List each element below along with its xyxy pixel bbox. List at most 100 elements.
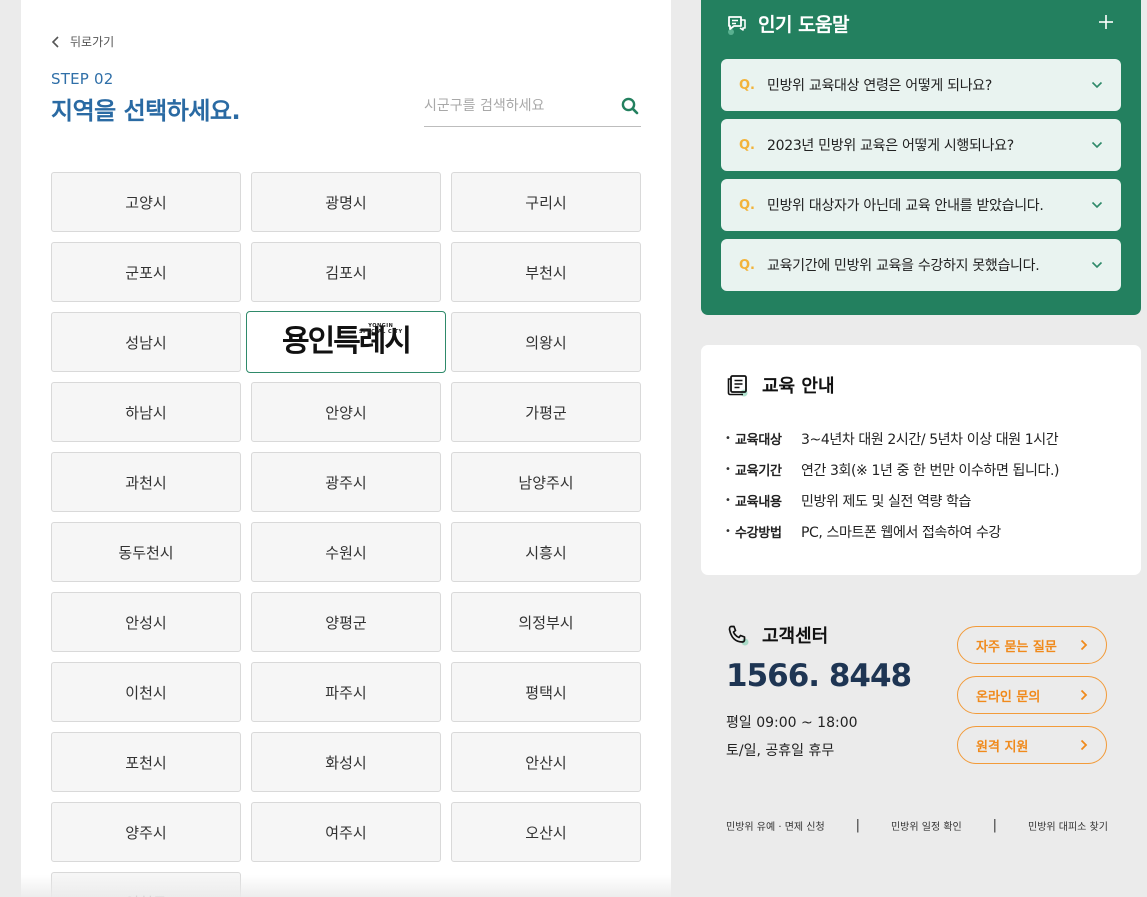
- region-button[interactable]: 평택시: [451, 662, 641, 722]
- chevron-down-icon: [1091, 81, 1103, 89]
- page-title: 지역을 선택하세요.: [51, 97, 241, 125]
- back-label: 뒤로가기: [70, 35, 115, 49]
- faq-q-marker: Q.: [739, 137, 755, 153]
- region-button[interactable]: 오산시: [451, 802, 641, 862]
- faq-button-label: 자주 묻는 질문: [976, 639, 1057, 655]
- region-button[interactable]: 군포시: [51, 242, 241, 302]
- bullet: •: [725, 495, 731, 506]
- faq-q-marker: Q.: [739, 257, 755, 273]
- education-info-card: 교육 안내 • 교육대상 3~4년차 대원 2시간/ 5년차 이상 대원 1시간…: [701, 345, 1141, 575]
- faq-item[interactable]: Q. 민방위 교육대상 연령은 어떻게 되나요?: [721, 59, 1121, 111]
- quick-links: 민방위 유예 · 면제 신청 | 민방위 일정 확인 | 민방위 대피소 찾기: [726, 818, 1108, 833]
- education-info-value: PC, 스마트폰 웹에서 접속하여 수강: [801, 524, 1001, 541]
- region-button[interactable]: 가평군: [451, 382, 641, 442]
- customer-center: 고객센터 1566. 8448 평일 09:00 ~ 18:00 토/일, 공휴…: [701, 600, 1141, 897]
- link-separator: |: [992, 818, 998, 833]
- region-button[interactable]: 성남시: [51, 312, 241, 372]
- region-button[interactable]: 수원시: [251, 522, 441, 582]
- region-button[interactable]: 안산시: [451, 732, 641, 792]
- faq-list: Q. 민방위 교육대상 연령은 어떻게 되나요? Q. 2023년 민방위 교육…: [721, 59, 1121, 291]
- yongin-logo-eng: YONGIN SPECIAL CITY: [359, 323, 403, 335]
- chevron-right-icon: [1080, 639, 1088, 651]
- chevron-right-icon: [1080, 739, 1088, 751]
- region-button[interactable]: 시흥시: [451, 522, 641, 582]
- bullet: •: [725, 464, 731, 475]
- chevron-down-icon: [1091, 261, 1103, 269]
- region-button[interactable]: 화성시: [251, 732, 441, 792]
- region-button[interactable]: 의정부시: [451, 592, 641, 652]
- link-schedule[interactable]: 민방위 일정 확인: [891, 818, 962, 833]
- education-info-row: • 교육내용 민방위 제도 및 실전 역량 학습: [725, 485, 1059, 516]
- region-select-panel: 뒤로가기 STEP 02 지역을 선택하세요. 고양시 광명시 구리시 군포시 …: [21, 0, 671, 897]
- education-info-label: 교육내용: [735, 495, 782, 510]
- back-link[interactable]: 뒤로가기: [51, 33, 114, 50]
- education-info-title: 교육 안내: [762, 376, 835, 397]
- customer-center-header: 고객센터: [726, 622, 828, 648]
- region-button[interactable]: 연천군: [51, 872, 241, 897]
- region-button[interactable]: 파주시: [251, 662, 441, 722]
- region-button[interactable]: 구리시: [451, 172, 641, 232]
- popular-help-header: 인기 도움말: [726, 10, 850, 37]
- education-info-row: • 수강방법 PC, 스마트폰 웹에서 접속하여 수강: [725, 516, 1059, 547]
- phone-number: 1566. 8448: [726, 658, 912, 694]
- bullet: •: [725, 433, 731, 444]
- education-info-row: • 교육대상 3~4년차 대원 2시간/ 5년차 이상 대원 1시간: [725, 423, 1059, 454]
- search-button[interactable]: [619, 95, 641, 117]
- region-button[interactable]: 동두천시: [51, 522, 241, 582]
- bullet: •: [725, 526, 731, 537]
- step-label: STEP 02: [51, 70, 114, 88]
- region-button[interactable]: 남양주시: [451, 452, 641, 512]
- remote-support-label: 원격 지원: [976, 739, 1029, 755]
- region-button[interactable]: 포천시: [51, 732, 241, 792]
- education-info-row: • 교육기간 연간 3회(※ 1년 중 한 번만 이수하면 됩니다.): [725, 454, 1059, 485]
- region-button[interactable]: 하남시: [51, 382, 241, 442]
- chevron-down-icon: [1091, 141, 1103, 149]
- region-button[interactable]: 양주시: [51, 802, 241, 862]
- education-info-label: 수강방법: [735, 526, 782, 541]
- region-grid: 고양시 광명시 구리시 군포시 김포시 부천시 성남시 용인특례시 YONGIN…: [51, 172, 641, 897]
- chevron-right-icon: [1080, 689, 1088, 701]
- faq-q-marker: Q.: [739, 77, 755, 93]
- education-info-value: 3~4년차 대원 2시간/ 5년차 이상 대원 1시간: [801, 431, 1059, 448]
- customer-center-buttons: 자주 묻는 질문 온라인 문의 원격 지원: [957, 626, 1107, 764]
- plus-icon[interactable]: [1097, 13, 1115, 31]
- chevron-left-icon: [51, 35, 59, 48]
- education-info-value: 민방위 제도 및 실전 역량 학습: [801, 493, 972, 510]
- faq-q-marker: Q.: [739, 197, 755, 213]
- faq-button[interactable]: 자주 묻는 질문: [957, 626, 1107, 664]
- phone-icon: [728, 625, 749, 646]
- popular-help-panel: 인기 도움말 Q. 민방위 교육대상 연령은 어떻게 되나요? Q. 2023년…: [701, 0, 1141, 315]
- region-search-input[interactable]: [424, 98, 619, 114]
- popular-help-title: 인기 도움말: [758, 14, 850, 36]
- logo-eng-line2: SPECIAL CITY: [359, 329, 403, 335]
- faq-question: 민방위 대상자가 아닌데 교육 안내를 받았습니다.: [767, 198, 1044, 214]
- online-inquiry-button[interactable]: 온라인 문의: [957, 676, 1107, 714]
- region-button[interactable]: 과천시: [51, 452, 241, 512]
- faq-question: 교육기간에 민방위 교육을 수강하지 못했습니다.: [767, 258, 1040, 274]
- education-info-list: • 교육대상 3~4년차 대원 2시간/ 5년차 이상 대원 1시간 • 교육기…: [725, 423, 1059, 547]
- region-button[interactable]: 고양시: [51, 172, 241, 232]
- faq-question: 민방위 교육대상 연령은 어떻게 되나요?: [767, 78, 993, 94]
- region-button[interactable]: 김포시: [251, 242, 441, 302]
- faq-question: 2023년 민방위 교육은 어떻게 시행되나요?: [767, 138, 1014, 154]
- region-button[interactable]: 광명시: [251, 172, 441, 232]
- remote-support-button[interactable]: 원격 지원: [957, 726, 1107, 764]
- link-shelter-finder[interactable]: 민방위 대피소 찾기: [1028, 818, 1108, 833]
- region-button[interactable]: 광주시: [251, 452, 441, 512]
- region-button[interactable]: 부천시: [451, 242, 641, 302]
- region-button[interactable]: 의왕시: [451, 312, 641, 372]
- education-info-header: 교육 안내: [726, 372, 835, 398]
- chat-bubble-icon: [728, 15, 746, 35]
- link-deferral-exemption[interactable]: 민방위 유예 · 면제 신청: [726, 818, 825, 833]
- region-button[interactable]: 안성시: [51, 592, 241, 652]
- link-separator: |: [855, 818, 861, 833]
- faq-item[interactable]: Q. 2023년 민방위 교육은 어떻게 시행되나요?: [721, 119, 1121, 171]
- region-button[interactable]: 여주시: [251, 802, 441, 862]
- faq-item[interactable]: Q. 교육기간에 민방위 교육을 수강하지 못했습니다.: [721, 239, 1121, 291]
- region-button[interactable]: 안양시: [251, 382, 441, 442]
- region-button[interactable]: 이천시: [51, 662, 241, 722]
- faq-item[interactable]: Q. 민방위 대상자가 아닌데 교육 안내를 받았습니다.: [721, 179, 1121, 231]
- region-button[interactable]: 양평군: [251, 592, 441, 652]
- region-button-yongin[interactable]: 용인특례시 YONGIN SPECIAL CITY: [246, 311, 446, 373]
- search-icon: [621, 97, 639, 115]
